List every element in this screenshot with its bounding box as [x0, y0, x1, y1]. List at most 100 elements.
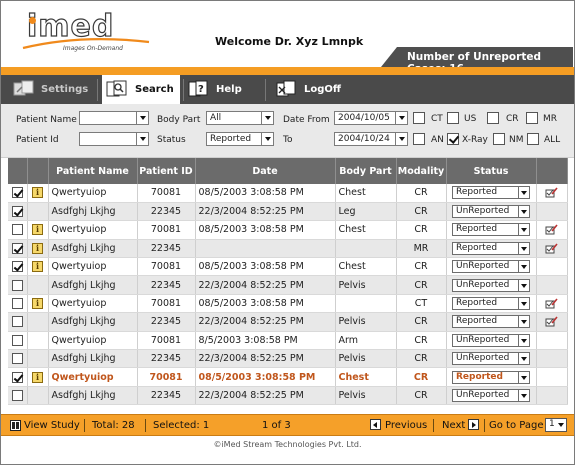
date-from-dropdown[interactable]: 2004/10/05 [334, 111, 408, 125]
table-row[interactable]: Asdfghj Lkjhg 22345 22/3/2004 8:52:25 PM Le… [8, 202, 568, 222]
modality-column-header[interactable]: Modality [396, 158, 447, 184]
row-select-checkbox[interactable] [11, 187, 23, 199]
table-row[interactable]: Asdfghj Lkjhg 22345 22/3/2004 8:52:25 PM Pe… [8, 386, 568, 406]
table-row[interactable]: i Qwertyuiop 70081 08/5/2003 3:08:58 PM Ches… [8, 184, 568, 203]
body-part-dropdown[interactable]: All [206, 111, 274, 125]
table-row[interactable]: Asdfghj Lkjhg 22345 22/3/2004 8:52:25 PM Pe… [8, 312, 568, 332]
tab-search[interactable]: Search [102, 75, 180, 104]
row-info-cell: i [27, 184, 49, 203]
view-study-button[interactable]: View Study [24, 420, 80, 431]
patient-id-cell: 70081 [137, 331, 196, 351]
copyright-footer: ©iMed Stream Technologies Pvt. Ltd. [213, 440, 362, 449]
row-status-dropdown[interactable]: Reported [452, 297, 530, 311]
previous-arrow-icon[interactable] [370, 419, 381, 430]
modality-mr-checkbox[interactable] [526, 112, 538, 124]
row-status-dropdown[interactable]: UnReported [452, 333, 530, 347]
modality-nm-checkbox[interactable] [493, 133, 505, 145]
row-status-dropdown[interactable]: Reported [452, 223, 530, 237]
modality-cr-checkbox[interactable] [487, 112, 499, 124]
previous-button[interactable]: Previous [385, 420, 427, 431]
status-filter-dropdown[interactable]: Reported [206, 132, 274, 146]
report-note-icon[interactable] [545, 224, 559, 235]
info-icon[interactable]: i [32, 224, 43, 236]
status-column-header[interactable]: Status [446, 158, 537, 184]
row-select-checkbox[interactable] [11, 353, 23, 365]
row-select-checkbox[interactable] [11, 279, 23, 291]
tab-settings[interactable]: Settings [13, 75, 93, 104]
modality-us-checkbox[interactable] [447, 112, 459, 124]
table-row[interactable]: i Qwertyuiop 70081 08/5/2003 3:08:58 PM Ches… [8, 367, 568, 387]
row-status-dropdown[interactable]: UnReported [452, 352, 530, 366]
date-cell: 22/3/2004 8:52:25 PM [195, 275, 336, 295]
row-select-checkbox[interactable] [11, 206, 23, 218]
svg-text:?: ? [198, 84, 204, 95]
table-row[interactable]: i Qwertyuiop 70081 08/5/2003 3:08:58 PM Ches… [8, 220, 568, 240]
row-status-dropdown[interactable]: Reported [452, 241, 530, 255]
table-row[interactable]: i Asdfghj Lkjhg 22345 MR Reported [8, 239, 568, 259]
report-note-icon[interactable] [545, 243, 559, 254]
info-icon[interactable]: i [32, 261, 43, 273]
row-select-checkbox[interactable] [11, 224, 23, 236]
row-select-checkbox[interactable] [11, 261, 23, 273]
row-select-checkbox[interactable] [11, 242, 23, 254]
row-status-dropdown[interactable]: UnReported [452, 388, 530, 402]
row-status-value: Reported [456, 224, 498, 235]
table-row[interactable]: i Qwertyuiop 70081 08/5/2003 3:08:58 PM CT Re… [8, 294, 568, 314]
date-to-dropdown[interactable]: 2004/10/24 [334, 132, 408, 146]
row-status-dropdown[interactable]: Reported [452, 370, 530, 384]
body-part-column-header[interactable]: Body Part [335, 158, 397, 184]
row-info-cell: i [27, 257, 49, 277]
patient-name-dropdown[interactable] [79, 111, 149, 125]
row-status-dropdown[interactable]: UnReported [452, 278, 530, 292]
info-icon[interactable]: i [32, 298, 43, 310]
tab-logoff[interactable]: LogOff [276, 75, 356, 104]
patient-name-cell: Asdfghj Lkjhg [48, 202, 138, 222]
report-note-icon[interactable] [545, 316, 559, 327]
info-icon[interactable]: i [32, 242, 43, 254]
logo-dot-icon [29, 17, 36, 24]
next-arrow-icon[interactable] [468, 419, 479, 430]
patient-id-column-header[interactable]: Patient ID [137, 158, 196, 184]
row-status-dropdown[interactable]: UnReported [452, 205, 530, 219]
report-note-icon[interactable] [545, 298, 559, 309]
patient-name-cell: Asdfghj Lkjhg [48, 349, 138, 369]
table-row[interactable]: i Qwertyuiop 70081 08/5/2003 3:08:58 PM Ches… [8, 257, 568, 277]
date-column-header[interactable]: Date [195, 158, 336, 184]
patient-name-cell: Asdfghj Lkjhg [48, 275, 138, 295]
logo-text: imed [26, 8, 115, 44]
row-select-cell [8, 349, 28, 369]
patient-name-column-header[interactable]: Patient Name [48, 158, 138, 184]
row-select-checkbox[interactable] [11, 389, 23, 401]
table-row[interactable]: Qwertyuiop 70081 8/5/2003 3:08:58 PM Arm CR U… [8, 331, 568, 351]
modality-cell: MR [396, 239, 447, 259]
tab-help[interactable]: ? Help [188, 75, 260, 104]
modality-all-checkbox[interactable] [527, 133, 539, 145]
row-select-checkbox[interactable] [11, 371, 23, 383]
modality-cr-label: CR [506, 114, 519, 124]
info-icon[interactable]: i [32, 371, 43, 383]
report-note-icon[interactable] [545, 187, 559, 198]
patient-id-dropdown[interactable] [79, 132, 149, 146]
modality-an-checkbox[interactable] [413, 133, 425, 145]
status-bar: View Study Total: 28 Selected: 1 1 of 3 … [1, 414, 574, 436]
tab-search-label: Search [135, 84, 174, 95]
next-button[interactable]: Next [442, 420, 465, 431]
row-status-dropdown[interactable]: Reported [452, 186, 530, 200]
modality-xray-checkbox[interactable] [447, 133, 459, 145]
modality-ct-checkbox[interactable] [413, 112, 425, 124]
table-row[interactable]: Asdfghj Lkjhg 22345 22/3/2004 8:52:25 PM Pe… [8, 275, 568, 295]
row-status-dropdown[interactable]: Reported [452, 315, 530, 329]
row-select-checkbox[interactable] [11, 316, 23, 328]
patient-name-cell: Asdfghj Lkjhg [48, 239, 138, 259]
row-select-checkbox[interactable] [11, 334, 23, 346]
row-status-dropdown[interactable]: UnReported [452, 260, 530, 274]
row-select-checkbox[interactable] [11, 298, 23, 310]
table-row[interactable]: Asdfghj Lkjhg 22345 22/3/2004 8:52:25 PM Pe… [8, 349, 568, 369]
table-header-row: Patient Name Patient ID Date Body Part M… [8, 158, 568, 184]
page-select-dropdown[interactable]: 1 [545, 418, 567, 432]
body-part-cell: Arm [335, 331, 397, 351]
tab-divider [265, 79, 266, 101]
info-column-header [27, 158, 49, 184]
info-icon[interactable]: i [32, 187, 43, 199]
note-cell [536, 331, 568, 351]
